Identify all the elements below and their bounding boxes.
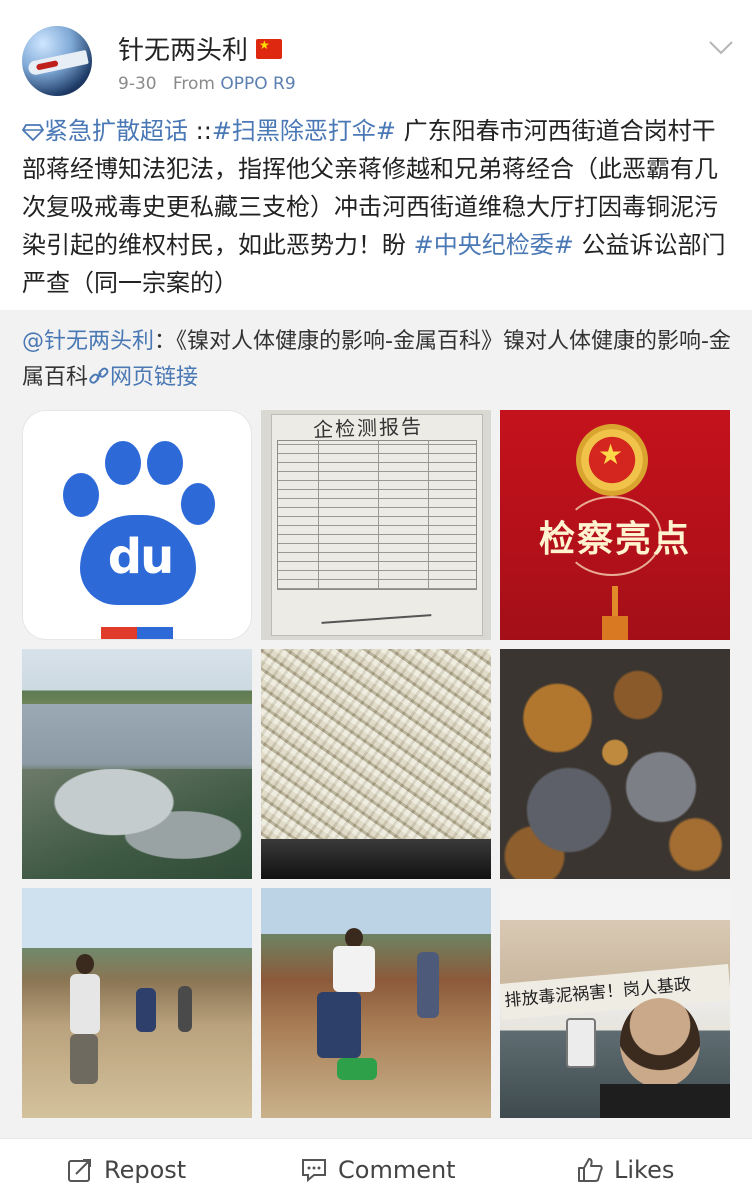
repost-label[interactable]: Repost bbox=[104, 1156, 186, 1184]
repost-button[interactable]: Repost bbox=[66, 1139, 186, 1200]
web-link-label[interactable]: 网页链接 bbox=[110, 365, 198, 390]
person-white-shirt bbox=[70, 974, 100, 1034]
post-meta: 9-30 From OPPO R9 bbox=[118, 74, 296, 94]
post-header: 针无两头利 9-30 From OPPO R9 bbox=[0, 0, 752, 110]
username-row[interactable]: 针无两头利 bbox=[118, 30, 283, 67]
username[interactable]: 针无两头利 bbox=[118, 30, 248, 67]
reposted-content[interactable]: @针无两头利：《镍对人体健康的影响-金属百科》镍对人体健康的影响-金属百科 网页链… bbox=[0, 310, 752, 1138]
report-table bbox=[277, 440, 477, 590]
procuratorate-emblem-icon bbox=[576, 424, 648, 496]
image-procuratorate-banner[interactable]: 检察亮点 bbox=[500, 410, 730, 640]
likes-label[interactable]: Likes bbox=[614, 1156, 674, 1184]
diamond-icon bbox=[21, 124, 45, 142]
repost-colon: ： bbox=[154, 329, 177, 354]
image-test-report[interactable]: 企检测报告 bbox=[261, 410, 491, 640]
paw-toe bbox=[63, 473, 99, 517]
green-basket bbox=[337, 1058, 377, 1080]
paw-toe bbox=[181, 483, 215, 525]
repost-text: @针无两头利：《镍对人体健康的影响-金属百科》镍对人体健康的影响-金属百科 网页链… bbox=[22, 324, 734, 396]
repost-mention[interactable]: @针无两头利 bbox=[22, 329, 154, 354]
china-flag-icon bbox=[256, 38, 283, 59]
image-men-with-basket[interactable] bbox=[261, 888, 491, 1118]
baidu-bar-red bbox=[101, 627, 137, 639]
person-hat bbox=[417, 952, 439, 1018]
person-head bbox=[76, 954, 94, 974]
image-polluted-river[interactable] bbox=[22, 649, 252, 879]
image-baidu-icon[interactable]: du bbox=[22, 410, 252, 640]
image-rice-closeup[interactable] bbox=[261, 649, 491, 879]
person-bending bbox=[317, 992, 361, 1058]
person-white-shirt bbox=[333, 946, 375, 992]
like-button[interactable]: Likes bbox=[576, 1139, 674, 1200]
post-body: 紧急扩散超话 ::#扫黑除恶打伞# 广东阳春市河西街道合岗村干部蒋经博知法犯法，… bbox=[21, 112, 734, 302]
baidu-du-text: du bbox=[107, 529, 175, 585]
image-protest-banner[interactable]: 排放毒泥祸害！岗人基政 bbox=[500, 888, 730, 1118]
from-label: From bbox=[172, 74, 215, 94]
paw-toe bbox=[105, 441, 141, 485]
banner-title: 检察亮点 bbox=[538, 518, 691, 560]
chevron-down-icon[interactable] bbox=[708, 34, 734, 60]
image-rusty-rocks[interactable] bbox=[500, 649, 730, 879]
post-date: 9-30 bbox=[118, 74, 157, 94]
avatar-airplane-image bbox=[27, 49, 89, 77]
supertopic-link[interactable]: 紧急扩散超话 bbox=[21, 117, 188, 145]
user-avatar[interactable] bbox=[22, 26, 92, 96]
paw-toe bbox=[147, 441, 183, 485]
hashtag-sweep-crime[interactable]: #扫黑除恶打伞# bbox=[212, 117, 396, 145]
web-link[interactable]: 网页链接 bbox=[88, 365, 198, 390]
phone bbox=[566, 1018, 596, 1068]
comment-icon bbox=[302, 1159, 326, 1183]
person-blue bbox=[136, 988, 156, 1032]
man-shirt bbox=[600, 1084, 730, 1118]
separator: :: bbox=[195, 117, 212, 145]
man-head bbox=[620, 998, 700, 1088]
person-dark bbox=[178, 986, 192, 1032]
person-trousers bbox=[70, 1034, 98, 1084]
supertopic-label[interactable]: 紧急扩散超话 bbox=[44, 117, 188, 145]
device-name[interactable]: OPPO R9 bbox=[220, 74, 295, 94]
image-men-on-dirt-road[interactable] bbox=[22, 888, 252, 1118]
river-bank bbox=[22, 769, 252, 879]
comment-button[interactable]: Comment bbox=[300, 1139, 456, 1200]
thumbs-up-icon bbox=[578, 1158, 603, 1182]
repost-icon bbox=[68, 1159, 91, 1182]
report-handwriting: 企检测报告 bbox=[312, 414, 424, 442]
hashtag-central-discipline[interactable]: #中央纪检委# bbox=[414, 231, 574, 259]
person-head bbox=[345, 928, 363, 948]
black-bag bbox=[261, 839, 491, 879]
link-icon bbox=[89, 367, 109, 384]
comment-label[interactable]: Comment bbox=[338, 1156, 456, 1184]
tower-spire bbox=[602, 586, 628, 640]
baidu-bar-blue bbox=[137, 627, 173, 639]
action-bar: Repost Comment Likes bbox=[0, 1138, 752, 1200]
